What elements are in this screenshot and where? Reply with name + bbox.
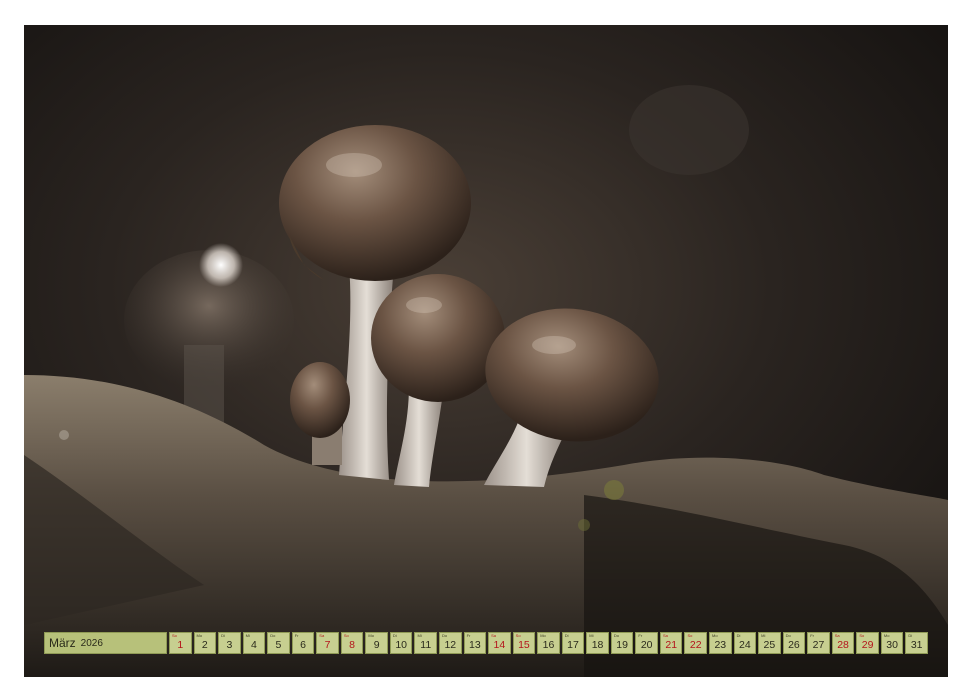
weekday-label: So	[172, 633, 177, 638]
weekday-label: Mo	[883, 633, 890, 638]
weekday-label: Di	[736, 633, 741, 638]
day-cell: So 22	[684, 632, 708, 654]
month-label-box: März 2026	[44, 632, 167, 654]
weekday-label: Di	[908, 633, 913, 638]
day-number: 13	[468, 639, 481, 651]
day-cell: Do 19	[610, 632, 634, 654]
day-number: 10	[395, 639, 408, 651]
weekday-label: Mi	[589, 633, 594, 638]
weekday-label: Sa	[834, 633, 840, 638]
day-cell: Do 5	[267, 632, 290, 654]
mushroom-photo	[24, 25, 948, 677]
day-number: 6	[300, 639, 306, 651]
day-number: 18	[591, 639, 604, 651]
day-number: 8	[349, 639, 356, 651]
weekday-label: Di	[392, 633, 397, 638]
weekday-label: Mi	[417, 633, 422, 638]
day-cell: Do 26	[782, 632, 806, 654]
weekday-label: Mo	[712, 633, 718, 638]
day-number: 17	[567, 639, 579, 651]
day-cell: So 15	[512, 632, 536, 654]
weekday-label: So	[515, 633, 521, 638]
day-number: 14	[493, 639, 506, 651]
weekday-label: So	[343, 633, 349, 638]
weekday-label: Do	[785, 633, 791, 638]
weekday-label: Mi	[761, 633, 766, 638]
weekday-label: Sa	[662, 633, 668, 638]
weekday-label: Mo	[196, 633, 203, 638]
month-year: 2026	[80, 637, 103, 649]
day-cells: So 1 Mo 2 Di 3 Mi 4 Do 5 Fr 6 Sa 7 So 8 Mo 9 Di 10 Mi 11 Do 12 F…	[169, 632, 928, 654]
day-cell: Di 24	[733, 632, 757, 654]
day-cell: Mi 25	[758, 632, 781, 654]
day-cell: Fr 6	[291, 632, 315, 654]
weekday-label: Do	[270, 633, 276, 638]
day-number: 1	[177, 639, 184, 651]
day-number: 12	[444, 639, 457, 651]
day-cell: Mo 30	[880, 632, 904, 654]
day-number: 16	[542, 639, 555, 651]
day-cell: Sa 14	[488, 632, 511, 654]
day-number: 30	[886, 639, 898, 651]
weekday-label: Do	[613, 633, 619, 638]
day-number: 9	[373, 639, 380, 651]
weekday-label: Fr	[638, 633, 643, 638]
day-number: 7	[324, 639, 331, 651]
weekday-label: Sa	[491, 633, 497, 638]
day-cell: Fr 27	[807, 632, 830, 654]
weekday-label: Do	[442, 633, 448, 638]
day-number: 5	[275, 639, 282, 651]
day-cell: Di 17	[561, 632, 585, 654]
day-cell: Mi 11	[414, 632, 438, 654]
day-cell: Di 10	[389, 632, 413, 654]
weekday-label: So	[687, 633, 693, 638]
day-cell: Mi 18	[586, 632, 609, 654]
day-number: 15	[518, 639, 530, 651]
day-cell: Mo 9	[365, 632, 388, 654]
day-number: 28	[837, 639, 849, 651]
day-cell: Mo 2	[193, 632, 217, 654]
day-cell: So 29	[856, 632, 879, 654]
day-number: 24	[739, 639, 751, 651]
day-cell: Mi 4	[242, 632, 266, 654]
day-number: 21	[665, 639, 678, 651]
day-cell: So 1	[169, 632, 192, 654]
day-cell: Sa 7	[316, 632, 339, 654]
day-number: 4	[250, 639, 257, 651]
weekday-label: Mo	[540, 633, 546, 638]
weekday-label: Fr	[294, 633, 299, 638]
weekday-label: Mi	[245, 633, 250, 638]
day-number: 26	[788, 639, 800, 651]
day-number: 11	[420, 639, 432, 651]
day-number: 19	[616, 639, 628, 651]
day-number: 2	[201, 639, 208, 651]
day-cell: So 8	[340, 632, 364, 654]
day-cell: Sa 21	[659, 632, 683, 654]
day-cell: Do 12	[439, 632, 462, 654]
month-name: März	[49, 636, 76, 650]
day-cell: Mo 23	[709, 632, 732, 654]
weekday-label: Fr	[466, 633, 471, 638]
weekday-label: Mo	[368, 633, 374, 638]
day-number: 3	[226, 639, 233, 651]
day-number: 29	[861, 639, 874, 651]
day-cell: Di 3	[218, 632, 241, 654]
day-number: 31	[910, 639, 923, 651]
weekday-label: So	[859, 633, 865, 638]
day-cell: Mo 16	[537, 632, 560, 654]
weekday-label: Sa	[319, 633, 325, 638]
day-number: 22	[689, 639, 702, 651]
weekday-label: Di	[564, 633, 569, 638]
day-number: 27	[812, 639, 825, 651]
day-number: 25	[763, 639, 776, 651]
day-cell: Fr 13	[463, 632, 487, 654]
weekday-label: Di	[221, 633, 225, 638]
day-number: 20	[640, 639, 653, 651]
day-cell: Fr 20	[635, 632, 658, 654]
day-number: 23	[714, 639, 727, 651]
day-cell: Sa 28	[831, 632, 855, 654]
weekday-label: Fr	[810, 633, 814, 638]
day-cell: Di 31	[905, 632, 928, 654]
calendar-bar: März 2026 So 1 Mo 2 Di 3 Mi 4 Do 5 Fr 6 Sa 7 So 8 Mo 9 Di 1…	[44, 632, 928, 654]
